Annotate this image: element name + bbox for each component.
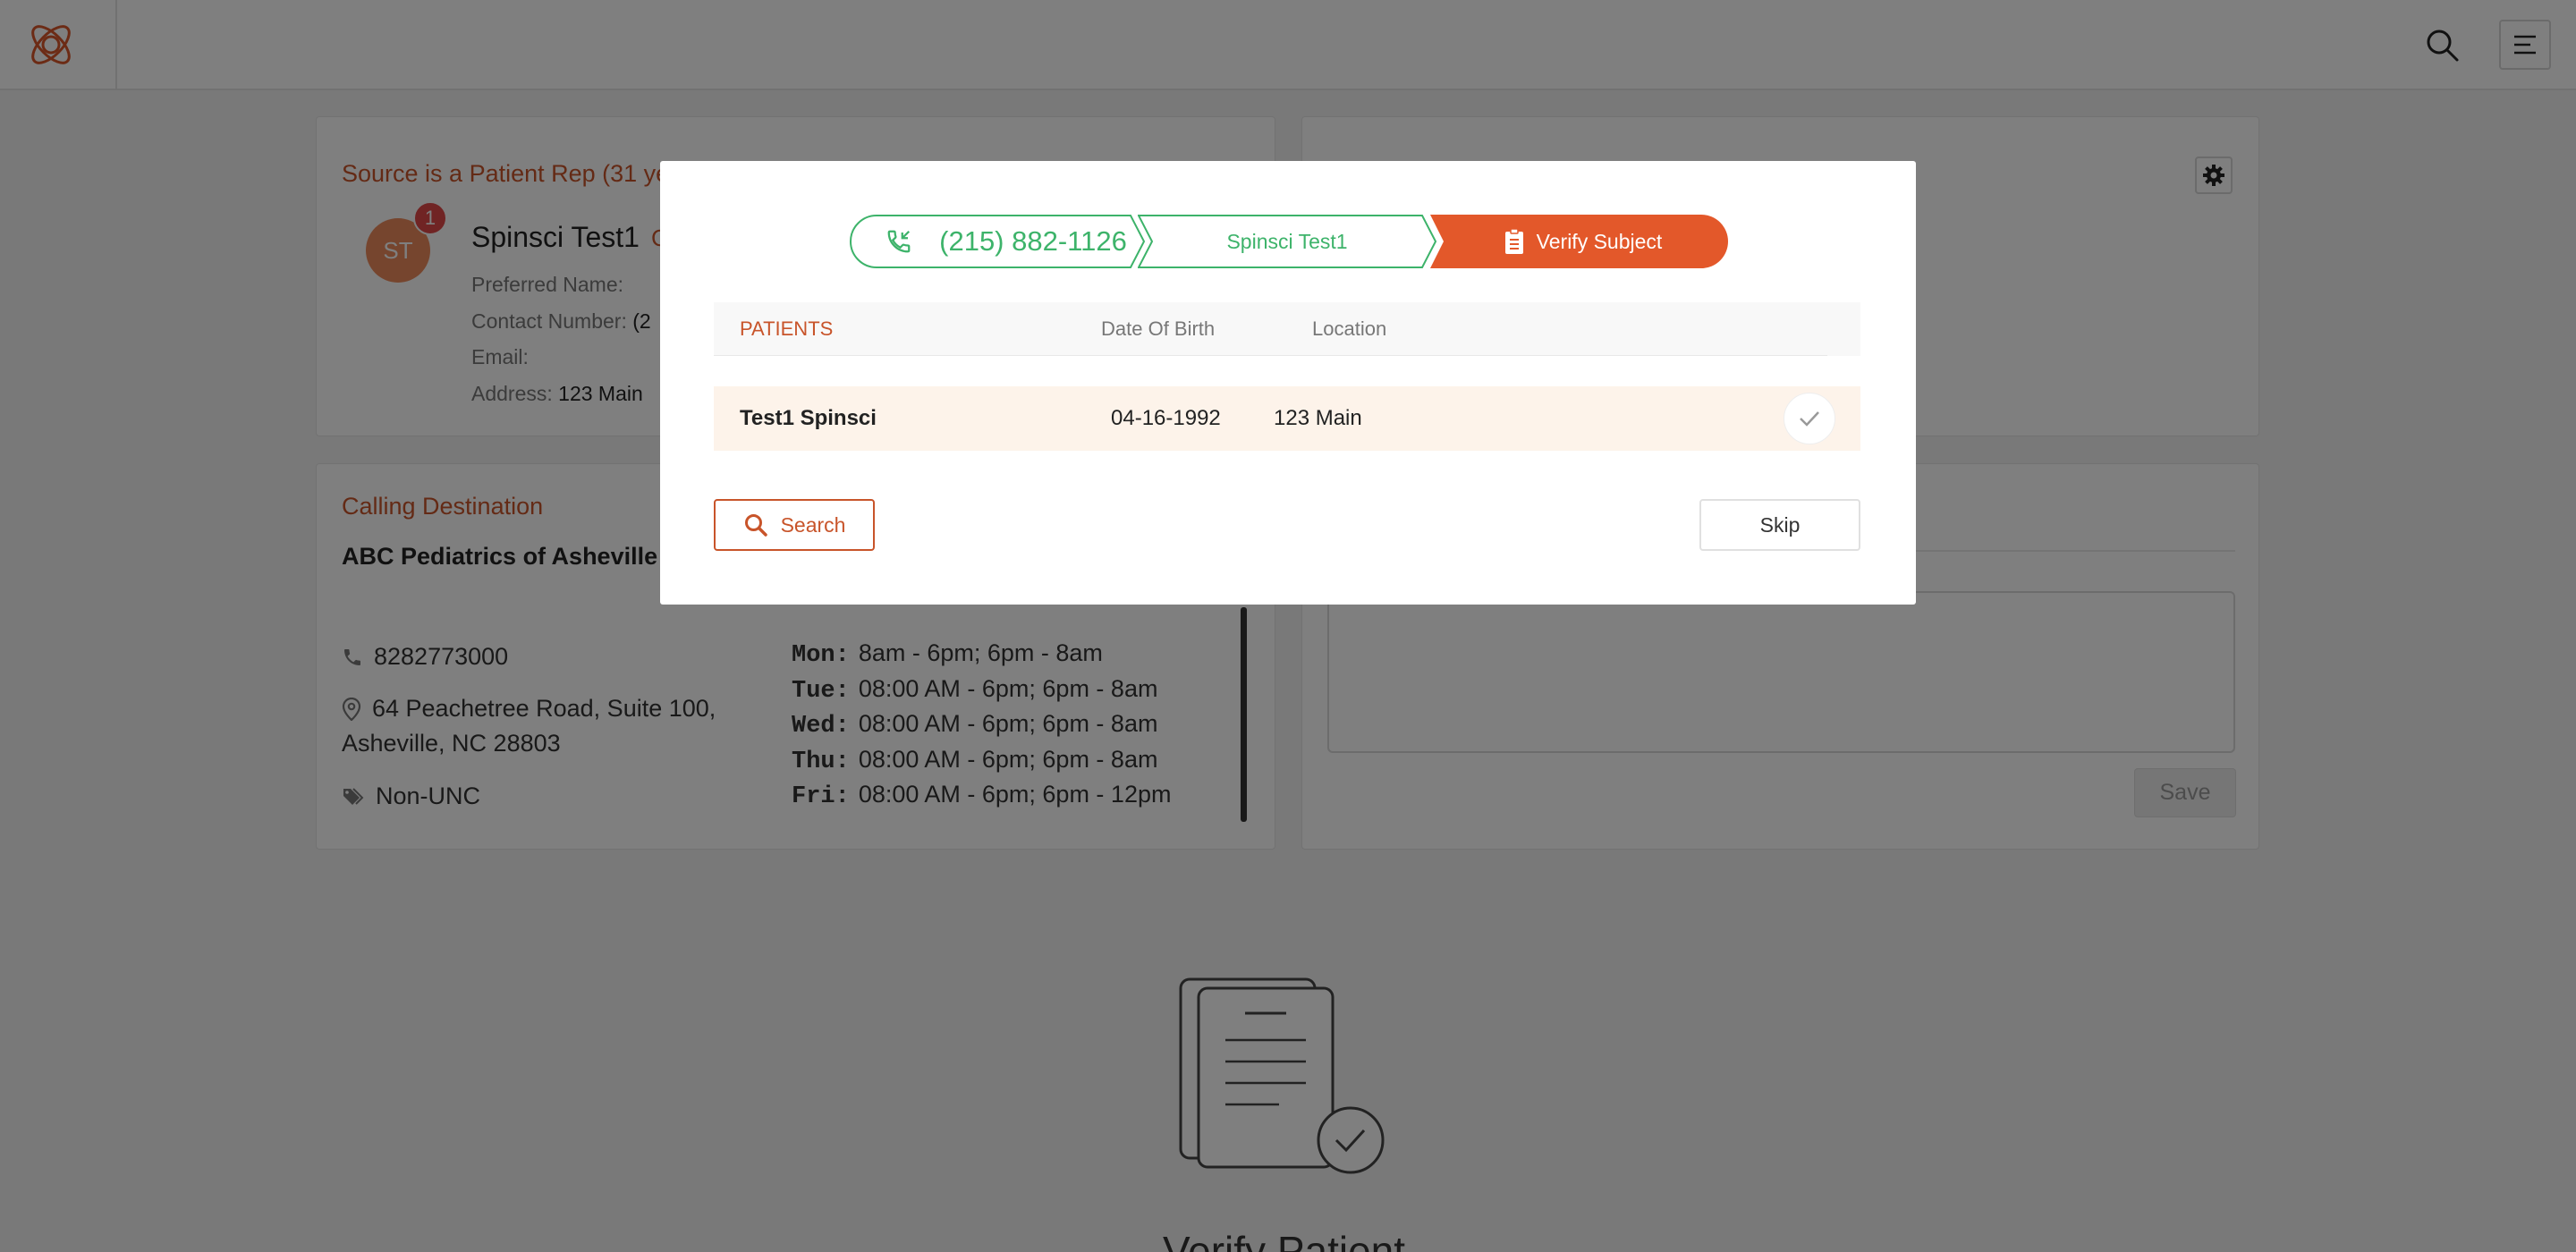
verify-subject-modal: (215) 882-1126 Spinsci Test1 Verify Subj…: [660, 161, 1916, 605]
search-icon: [744, 514, 767, 537]
step-verify-subject-text: Verify Subject: [1536, 229, 1663, 253]
row-patient-name: Test1 Spinsci: [740, 406, 877, 430]
step-verify-subject[interactable]: Verify Subject: [1429, 215, 1728, 268]
step-phone-label: (215) 882-1126: [886, 225, 1127, 258]
step-phone-text: (215) 882-1126: [939, 225, 1127, 257]
patients-table-header: PATIENTS Date Of Birth Location: [714, 302, 1860, 356]
table-row[interactable]: Test1 Spinsci 04-16-1992 123 Main: [714, 386, 1860, 451]
id-badge-icon: [1504, 228, 1523, 254]
step-phone[interactable]: (215) 882-1126: [850, 215, 1145, 268]
step-progress: (215) 882-1126 Spinsci Test1 Verify Subj…: [850, 215, 1728, 268]
step-verify-subject-label: Verify Subject: [1504, 228, 1663, 255]
step-patient-label: Spinsci Test1: [1226, 229, 1348, 253]
select-patient-button[interactable]: [1784, 393, 1835, 444]
table-header-divider: [714, 355, 1827, 356]
row-location: 123 Main: [1274, 406, 1362, 430]
checkmark-icon: [1800, 411, 1819, 427]
step-patient[interactable]: Spinsci Test1: [1138, 215, 1436, 268]
search-button[interactable]: Search: [714, 499, 875, 551]
phone-incoming-icon: [887, 230, 911, 253]
column-patients[interactable]: PATIENTS: [740, 302, 833, 356]
search-button-label: Search: [780, 512, 846, 537]
column-location[interactable]: Location: [1312, 302, 1386, 356]
row-date-of-birth: 04-16-1992: [1111, 406, 1221, 430]
column-date-of-birth[interactable]: Date Of Birth: [1101, 302, 1215, 356]
skip-button[interactable]: Skip: [1699, 499, 1860, 551]
